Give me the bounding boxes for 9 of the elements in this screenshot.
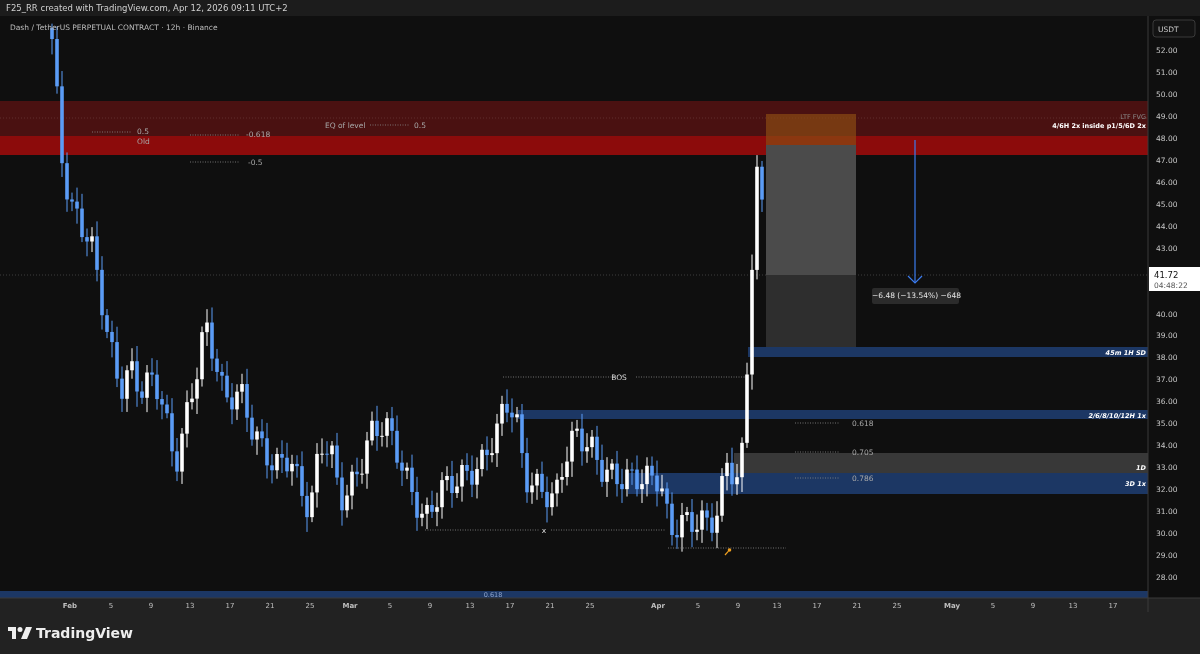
last-price: 41.72	[1154, 270, 1179, 280]
brand-name: TradingView	[36, 625, 133, 641]
price-tag	[1149, 267, 1200, 291]
key-icon	[724, 548, 732, 556]
level-line	[794, 451, 841, 453]
level-line	[189, 134, 241, 136]
currency-button[interactable]	[1152, 19, 1196, 38]
chart-title: F25_RR created with TradingView.com, Apr 12, 2026 09:11 UTC+2	[6, 3, 288, 13]
logo-icon	[8, 627, 32, 639]
